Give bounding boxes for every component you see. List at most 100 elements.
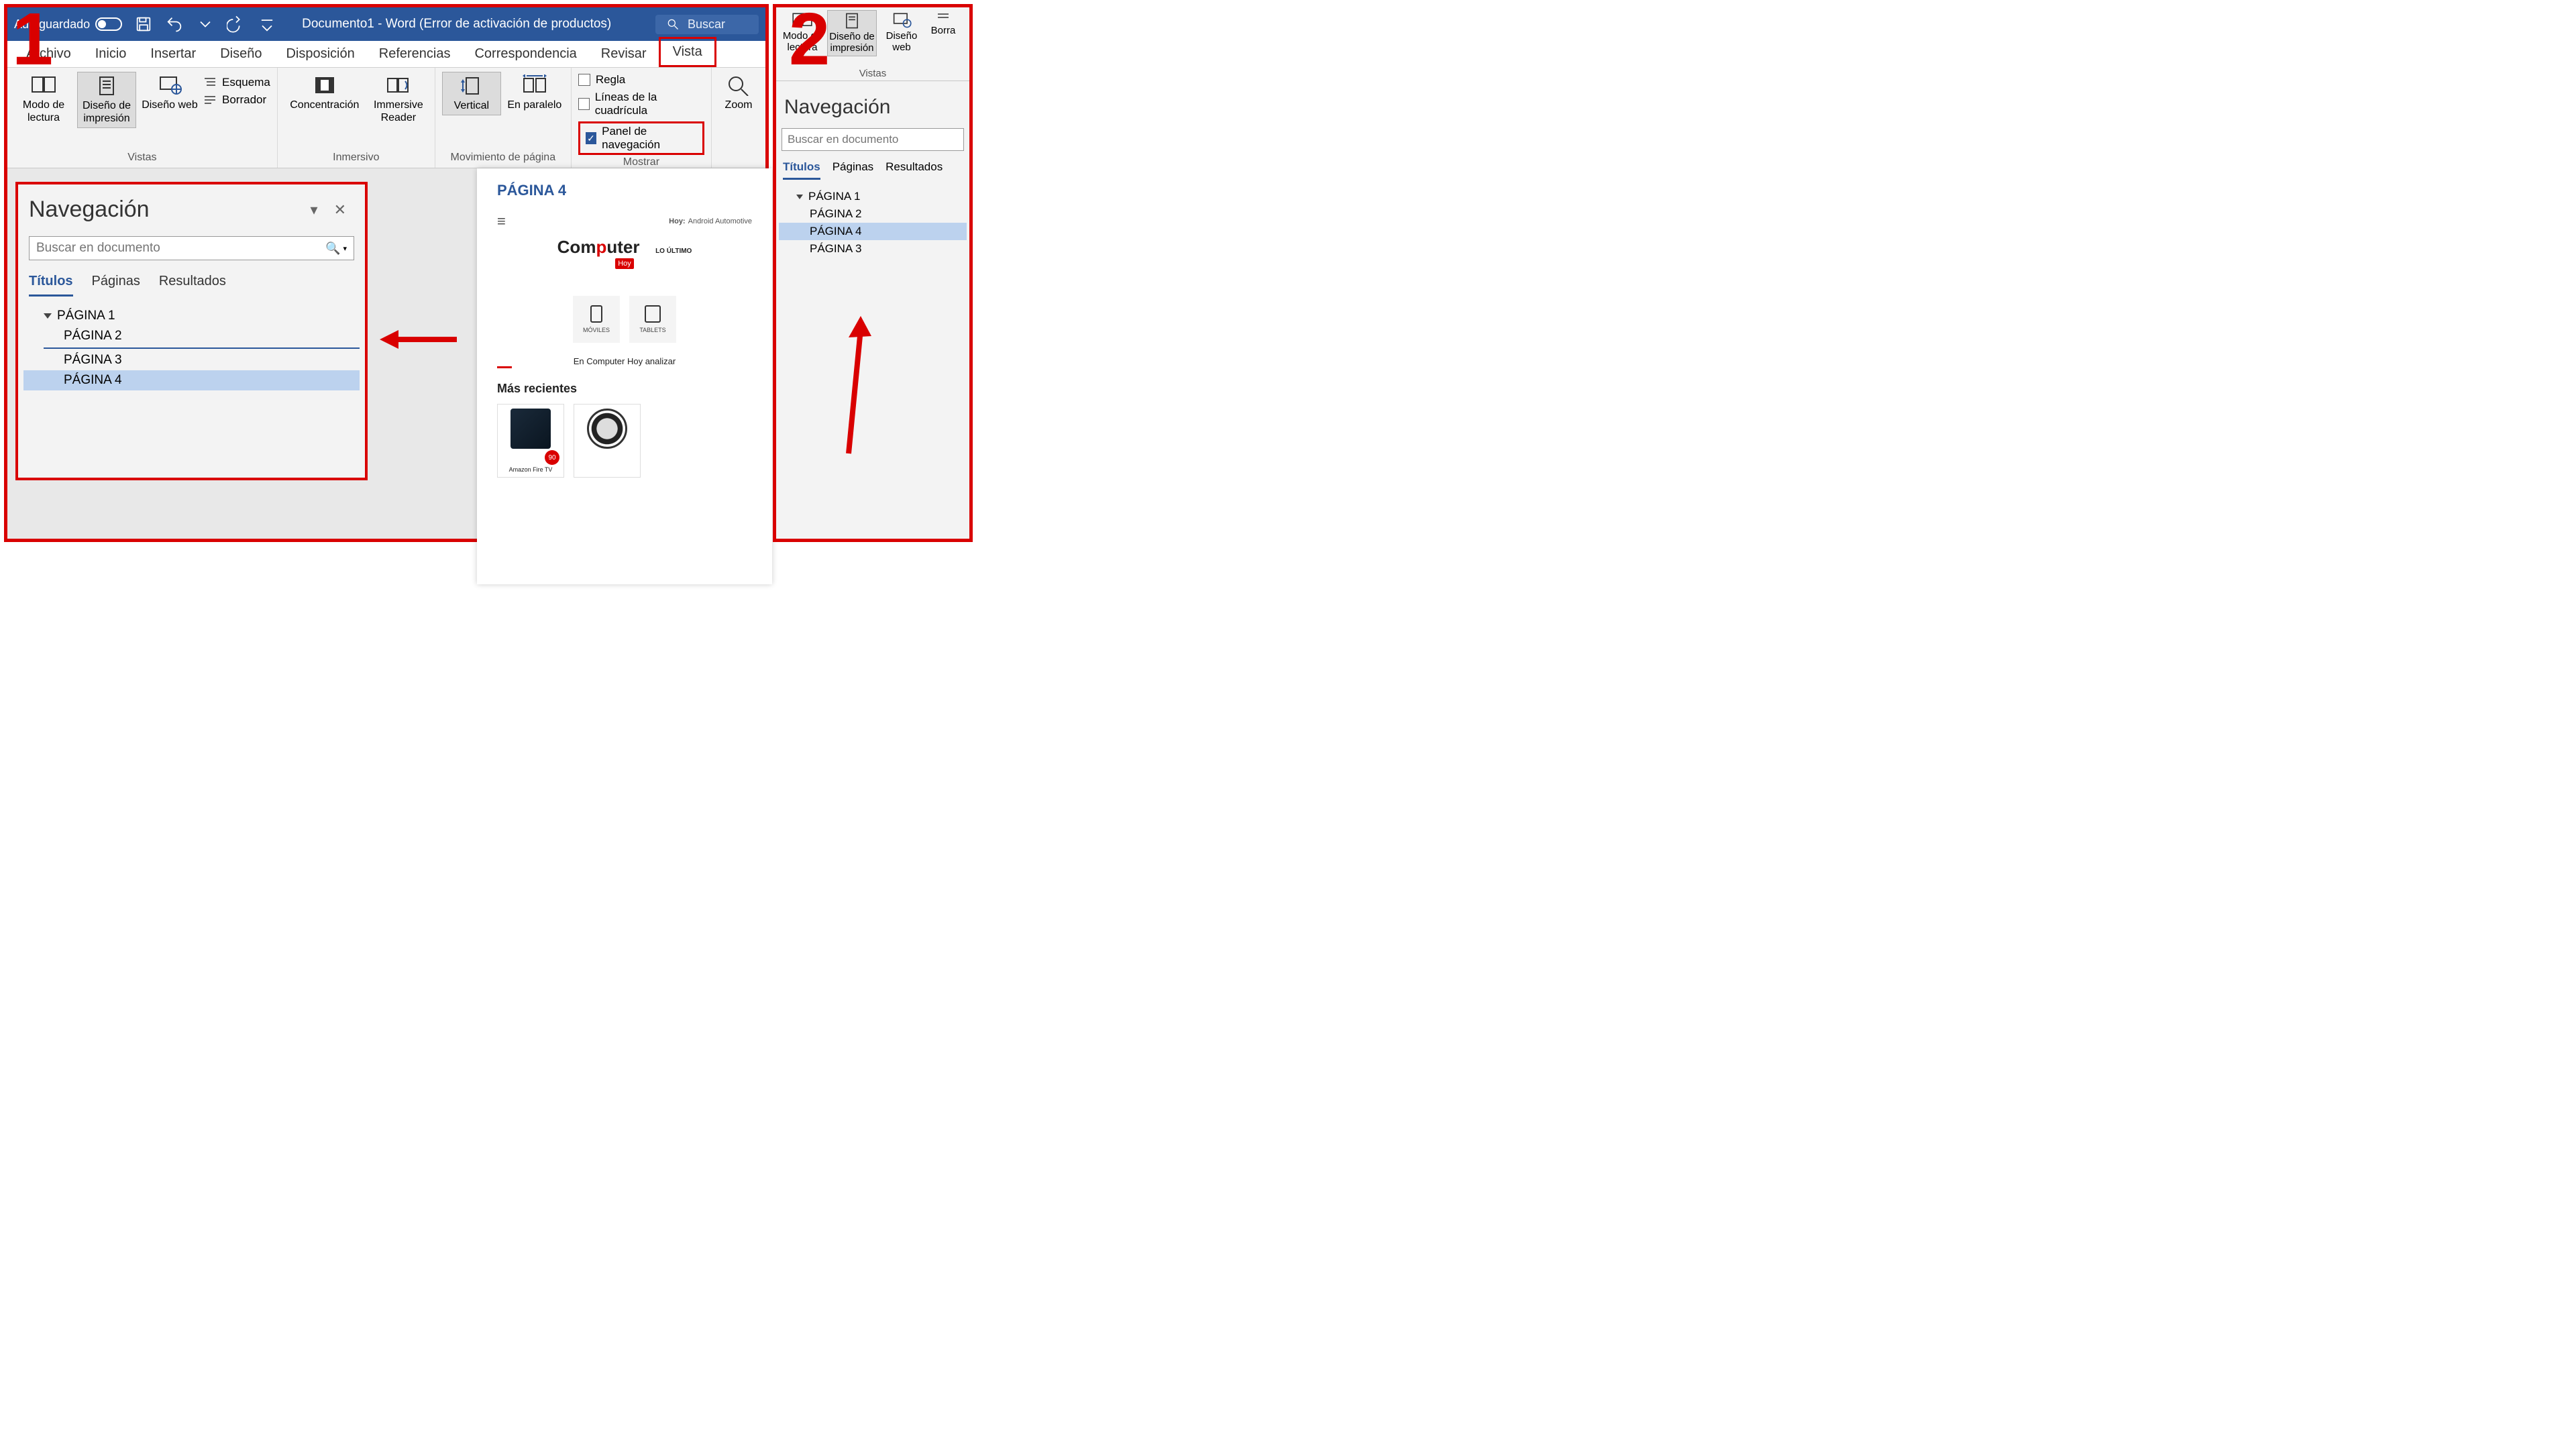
nav2-tab-resultados[interactable]: Resultados xyxy=(885,160,943,180)
search-icon xyxy=(666,17,680,31)
search-icon: 🔍 xyxy=(325,241,340,256)
nav-item-label: PÁGINA 2 xyxy=(64,329,122,343)
annotation-number-2: 2 xyxy=(789,3,830,76)
undo-button[interactable] xyxy=(165,15,184,34)
product-card-2 xyxy=(574,404,641,478)
diseno-impresion-button[interactable]: Diseño de impresión xyxy=(77,72,136,128)
tab-diseno[interactable]: Diseño xyxy=(208,41,274,67)
nav2-item-pagina-3[interactable]: PÁGINA 3 xyxy=(779,240,967,258)
document-title: Documento1 - Word (Error de activación d… xyxy=(302,17,611,32)
page-icon xyxy=(841,12,863,30)
tab-revisar[interactable]: Revisar xyxy=(589,41,659,67)
save-button[interactable] xyxy=(134,15,153,34)
concentracion-button[interactable]: Concentración xyxy=(284,72,365,114)
subline-text: En Computer Hoy analizar xyxy=(497,356,752,366)
esquema-button[interactable]: Esquema xyxy=(203,76,270,89)
nav2-item-pagina-2[interactable]: PÁGINA 2 xyxy=(779,205,967,223)
annotation-arrow-left xyxy=(380,326,460,353)
web-icon xyxy=(890,11,913,29)
page-icon xyxy=(93,75,120,97)
nav-item-pagina-3[interactable]: PÁGINA 3 xyxy=(23,350,360,370)
nav2-tab-paginas[interactable]: Páginas xyxy=(833,160,873,180)
nav-tab-paginas[interactable]: Páginas xyxy=(92,274,140,297)
ribbon-group-vistas: Modo de lectura Diseño de impresión Dise… xyxy=(7,68,278,168)
product-card-1: 90 Amazon Fire TV xyxy=(497,404,564,478)
nav2-search-input[interactable] xyxy=(788,133,958,146)
tab-vista[interactable]: Vista xyxy=(659,37,716,67)
cuadricula-checkbox[interactable]: Líneas de la cuadrícula xyxy=(578,91,704,117)
nav-close-button[interactable]: ✕ xyxy=(326,201,354,219)
mini-diseno-web-button[interactable]: Diseño web xyxy=(877,10,926,55)
zoom-button[interactable]: Zoom xyxy=(718,72,759,114)
tab-correspondencia[interactable]: Correspondencia xyxy=(462,41,588,67)
page-heading: PÁGINA 4 xyxy=(497,182,752,199)
inmersivo-group-label: Inmersivo xyxy=(333,150,379,166)
diseno-web-button[interactable]: Diseño web xyxy=(140,72,199,114)
mini-diseno-impresion-label: Diseño de impresión xyxy=(829,31,875,54)
vertical-button[interactable]: Vertical xyxy=(442,72,501,115)
panel-nav-label: Panel de navegación xyxy=(602,125,697,152)
mini-borra-label: Borra xyxy=(931,25,956,36)
immersive-reader-button[interactable]: Immersive Reader xyxy=(369,72,428,127)
document-page[interactable]: PÁGINA 4 ≡ Hoy: Android Automotive Compu… xyxy=(477,168,772,584)
hamburger-icon: ≡ xyxy=(497,213,506,230)
immersive-label: Immersive Reader xyxy=(370,99,427,124)
nav2-tabs: Títulos Páginas Resultados xyxy=(776,151,969,180)
diseno-impresion-label: Diseño de impresión xyxy=(79,99,134,125)
search-input[interactable] xyxy=(688,17,748,32)
search-dropdown-icon[interactable]: ▾ xyxy=(343,244,347,253)
undo-dropdown[interactable] xyxy=(196,15,215,34)
nav-item-pagina-4[interactable]: PÁGINA 4 xyxy=(23,370,360,390)
paralelo-button[interactable]: En paralelo xyxy=(505,72,564,114)
paralelo-label: En paralelo xyxy=(507,99,561,111)
zoom-icon xyxy=(725,74,752,96)
tab-inicio[interactable]: Inicio xyxy=(83,41,139,67)
modo-lectura-label: Modo de lectura xyxy=(15,99,72,124)
nav2-item-pagina-4[interactable]: PÁGINA 4 xyxy=(779,223,967,240)
checkbox-icon xyxy=(578,74,590,86)
mini-diseno-impresion-button[interactable]: Diseño de impresión xyxy=(827,10,877,56)
mini-borrador-button[interactable]: Borra xyxy=(926,10,960,38)
nav2-item-label: PÁGINA 4 xyxy=(810,225,861,237)
regla-checkbox[interactable]: Regla xyxy=(578,73,704,87)
nav-tab-resultados[interactable]: Resultados xyxy=(159,274,226,297)
nav-search-box[interactable]: 🔍 ▾ xyxy=(29,236,354,260)
nav2-search-box[interactable] xyxy=(782,128,964,151)
web-icon xyxy=(156,74,183,96)
nav2-item-label: PÁGINA 1 xyxy=(808,190,860,203)
zoom-label: Zoom xyxy=(725,99,753,111)
nav-item-pagina-1[interactable]: PÁGINA 1 xyxy=(23,306,360,326)
title-bar: Autoguardado Documento1 - Word (Error de… xyxy=(7,7,765,41)
outline-icon xyxy=(203,76,217,89)
annotation-number-1: 1 xyxy=(12,3,53,76)
computer-logo: Computer xyxy=(557,237,640,257)
moviles-card: MÓVILES xyxy=(573,296,620,343)
search-box[interactable] xyxy=(655,15,759,34)
nav-title: Navegación xyxy=(29,197,303,223)
nav-search-input[interactable] xyxy=(36,241,325,256)
nav2-item-pagina-1[interactable]: PÁGINA 1 xyxy=(779,188,967,205)
quickaccess-customize[interactable] xyxy=(258,15,276,34)
nav-tab-titulos[interactable]: Títulos xyxy=(29,274,73,297)
tab-disposicion[interactable]: Disposición xyxy=(274,41,366,67)
redo-button[interactable] xyxy=(227,15,246,34)
nav-item-pagina-2[interactable]: PÁGINA 2 xyxy=(23,326,360,346)
ribbon-tabs: Archivo Inicio Insertar Diseño Disposici… xyxy=(7,41,765,68)
panel-navegacion-checkbox[interactable]: ✓ Panel de navegación xyxy=(578,121,704,155)
ribbon-group-mostrar: Regla Líneas de la cuadrícula ✓ Panel de… xyxy=(572,68,712,168)
nav-dropdown-button[interactable]: ▾ xyxy=(303,201,326,219)
moviles-label: MÓVILES xyxy=(583,327,610,333)
borrador-button[interactable]: Borrador xyxy=(203,93,270,107)
nav2-tab-titulos[interactable]: Títulos xyxy=(783,160,820,180)
red-divider xyxy=(497,366,512,368)
tab-insertar[interactable]: Insertar xyxy=(138,41,208,67)
word-window-panel-1: Autoguardado Documento1 - Word (Error de… xyxy=(4,4,769,542)
nav2-item-label: PÁGINA 2 xyxy=(810,207,861,220)
tab-referencias[interactable]: Referencias xyxy=(367,41,463,67)
score-badge: 90 xyxy=(545,450,559,465)
nav-item-label: PÁGINA 3 xyxy=(64,353,122,367)
nav-item-label: PÁGINA 1 xyxy=(57,309,115,323)
lo-ultimo-label: LO ÚLTIMO xyxy=(655,248,692,255)
annotation-arrow-up xyxy=(837,316,877,460)
nav-tree: PÁGINA 1 PÁGINA 2 PÁGINA 3 PÁGINA 4 xyxy=(18,297,365,400)
